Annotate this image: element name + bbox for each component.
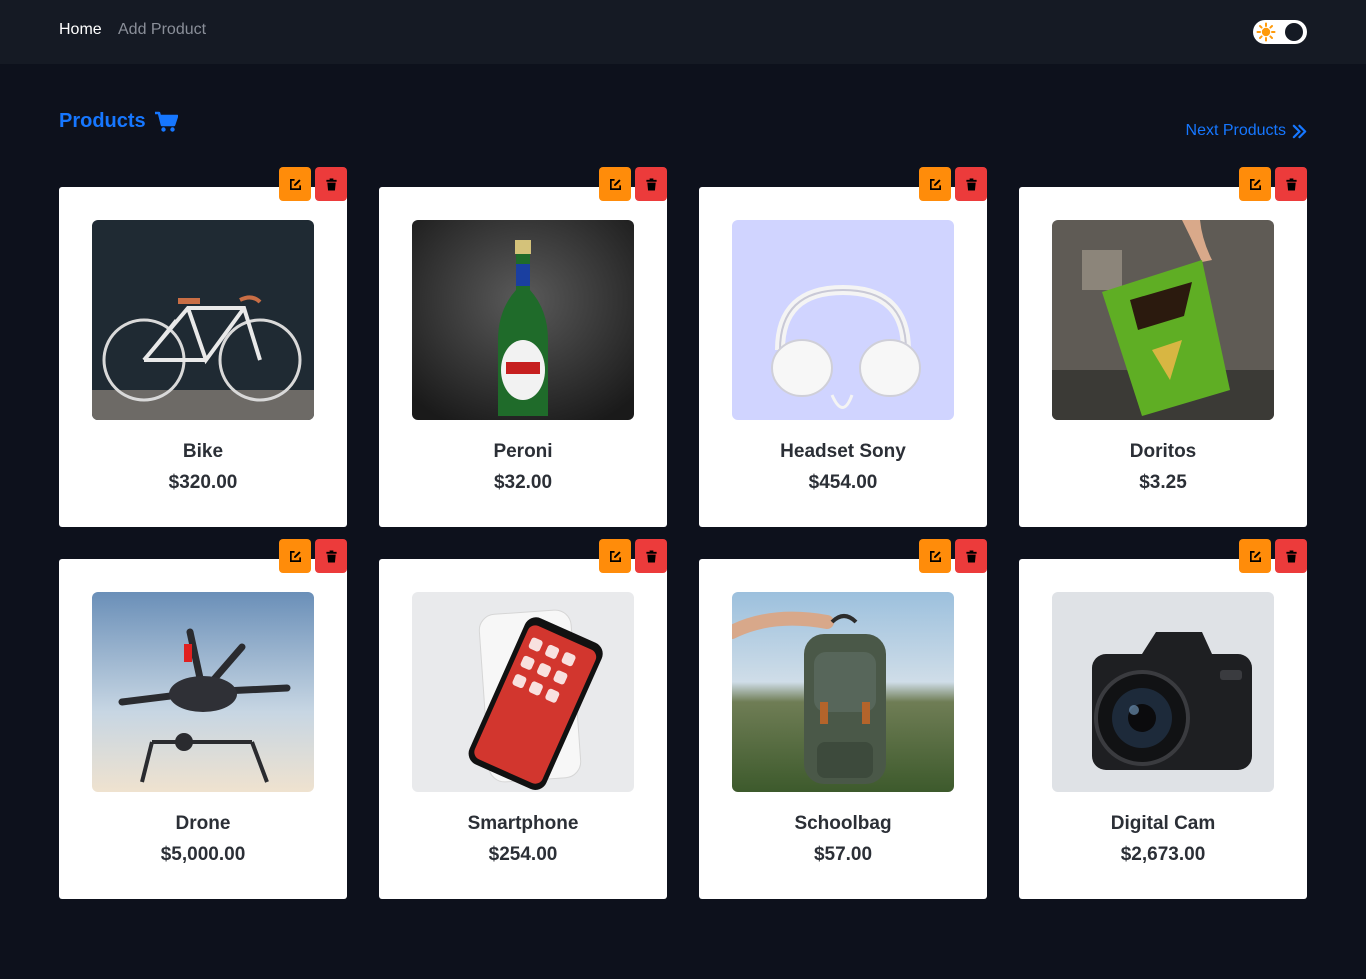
edit-icon	[609, 178, 621, 190]
product-card: Doritos $3.25	[1019, 167, 1307, 527]
product-card: Digital Cam $2,673.00	[1019, 539, 1307, 899]
edit-icon	[1249, 550, 1261, 562]
delete-button[interactable]	[315, 167, 347, 201]
page-title: Products	[59, 110, 178, 133]
trash-icon	[965, 549, 977, 563]
delete-button[interactable]	[635, 167, 667, 201]
next-products-label: Next Products	[1185, 122, 1286, 139]
product-price: $454.00	[808, 472, 878, 493]
edit-icon	[289, 178, 301, 190]
peroni-bottle-image	[412, 220, 634, 420]
bike-image	[92, 220, 314, 420]
product-card: Peroni $32.00	[379, 167, 667, 527]
toggle-knob	[1285, 23, 1303, 41]
product-name: Headset Sony	[780, 441, 906, 462]
trash-icon	[1285, 549, 1297, 563]
product-price: $5,000.00	[160, 844, 246, 865]
product-card: Headset Sony $454.00	[699, 167, 987, 527]
card-actions	[599, 539, 667, 573]
headphones-image	[732, 220, 954, 420]
trash-icon	[325, 549, 337, 563]
doritos-bag-image	[1052, 220, 1274, 420]
card-actions	[1239, 539, 1307, 573]
product-price: $320.00	[168, 472, 238, 493]
page-title-text: Products	[59, 110, 146, 132]
navbar: Home Add Product	[0, 0, 1366, 64]
delete-button[interactable]	[1275, 539, 1307, 573]
edit-button[interactable]	[1239, 167, 1271, 201]
trash-icon	[965, 177, 977, 191]
product-card: Drone $5,000.00	[59, 539, 347, 899]
product-name: Bike	[182, 441, 224, 462]
trash-icon	[1285, 177, 1297, 191]
edit-button[interactable]	[279, 539, 311, 573]
product-name: Doritos	[1129, 441, 1197, 462]
product-card: Schoolbag $57.00	[699, 539, 987, 899]
card-actions	[919, 539, 987, 573]
delete-button[interactable]	[315, 539, 347, 573]
product-name: Digital Cam	[1110, 813, 1216, 834]
trash-icon	[325, 177, 337, 191]
nav-add-product-link[interactable]: Add Product	[118, 21, 206, 39]
edit-button[interactable]	[919, 167, 951, 201]
edit-icon	[1249, 178, 1261, 190]
card-actions	[599, 167, 667, 201]
edit-button[interactable]	[279, 167, 311, 201]
smartphone-image	[412, 592, 634, 792]
delete-button[interactable]	[635, 539, 667, 573]
camera-image	[1052, 592, 1274, 792]
delete-button[interactable]	[1275, 167, 1307, 201]
delete-button[interactable]	[955, 539, 987, 573]
edit-icon	[609, 550, 621, 562]
theme-toggle[interactable]	[1253, 20, 1307, 44]
product-price: $32.00	[493, 472, 553, 493]
drone-image	[92, 592, 314, 792]
card-actions	[279, 167, 347, 201]
card-actions	[1239, 167, 1307, 201]
edit-icon	[929, 550, 941, 562]
product-price: $254.00	[488, 844, 558, 865]
trash-icon	[645, 177, 657, 191]
product-price: $57.00	[813, 844, 873, 865]
card-actions	[279, 539, 347, 573]
product-name: Peroni	[493, 441, 553, 462]
cart-icon	[154, 111, 178, 132]
edit-icon	[289, 550, 301, 562]
product-price: $3.25	[1139, 472, 1187, 493]
product-name: Drone	[175, 813, 231, 834]
edit-button[interactable]	[599, 539, 631, 573]
product-name: Smartphone	[467, 813, 579, 834]
card-actions	[919, 167, 987, 201]
trash-icon	[645, 549, 657, 563]
backpack-image	[732, 592, 954, 792]
product-name: Schoolbag	[794, 813, 892, 834]
delete-button[interactable]	[955, 167, 987, 201]
edit-button[interactable]	[919, 539, 951, 573]
product-card: Bike $320.00	[59, 167, 347, 527]
double-chevron-right-icon	[1292, 124, 1307, 138]
nav-home-link[interactable]: Home	[59, 21, 102, 39]
sun-icon	[1256, 22, 1276, 42]
edit-icon	[929, 178, 941, 190]
edit-button[interactable]	[599, 167, 631, 201]
product-price: $2,673.00	[1120, 844, 1206, 865]
product-card: Smartphone $254.00	[379, 539, 667, 899]
product-grid: Bike $320.00 Peroni $32.00 Headset Sony …	[59, 167, 1307, 899]
next-products-link[interactable]: Next Products	[1186, 122, 1307, 140]
edit-button[interactable]	[1239, 539, 1271, 573]
